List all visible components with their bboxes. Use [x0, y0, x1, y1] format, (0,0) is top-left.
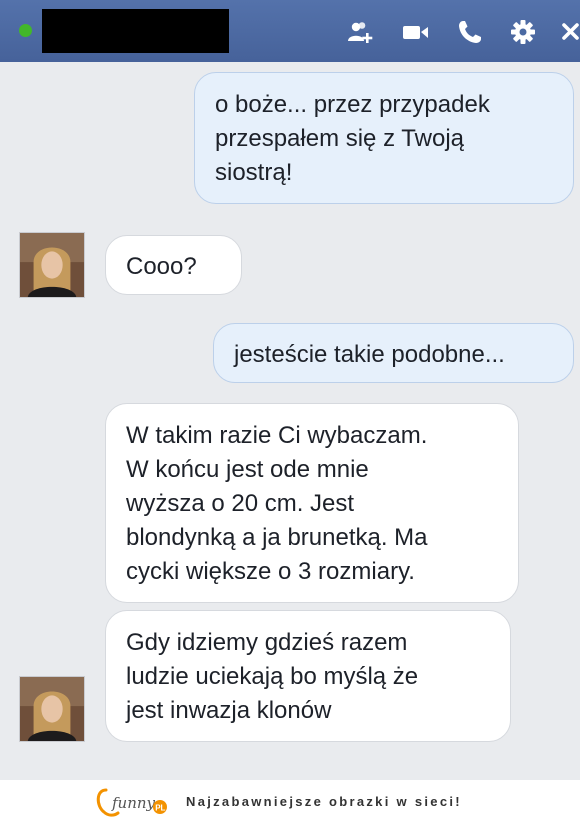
chat-header	[0, 0, 580, 62]
message-bubble-received: W takim razie Ci wybaczam. W końcu jest …	[105, 403, 519, 603]
message-line: jest inwazja klonów	[126, 697, 332, 724]
site-footer: funny PL Najzabawniejsze obrazki w sieci…	[0, 780, 580, 824]
message-line: cycki większe o 3 rozmiary.	[126, 558, 415, 585]
message-line: wyższa o 20 cm. Jest	[126, 490, 355, 517]
funny-logo[interactable]: funny PL	[92, 786, 170, 820]
avatar[interactable]	[19, 232, 85, 298]
message-line: Gdy idziemy gdzieś razem	[126, 629, 408, 656]
message-line: siostrą!	[215, 159, 293, 186]
message-bubble-received: Gdy idziemy gdzieś razem ludzie uciekają…	[105, 610, 511, 742]
message-line: W końcu jest ode mnie	[126, 456, 369, 483]
video-call-icon[interactable]	[400, 17, 430, 47]
message-line: ludzie uciekają bo myślą że	[126, 663, 419, 690]
svg-text:PL: PL	[155, 803, 165, 812]
message-bubble-sent: jesteście takie podobne...	[213, 323, 574, 383]
message-line: jesteście takie podobne...	[234, 341, 505, 368]
gear-icon[interactable]	[508, 17, 538, 47]
close-icon[interactable]	[560, 17, 580, 47]
message-line: blondynką a ja brunetką. Ma	[126, 524, 428, 551]
chat-window: o boże... przez przypadek przespałem się…	[0, 0, 580, 780]
message-bubble-received: Cooo?	[105, 235, 242, 295]
message-line: Cooo?	[126, 253, 197, 280]
footer-tagline: Najzabawniejsze obrazki w sieci!	[186, 794, 462, 809]
message-line: przespałem się z Twoją	[215, 125, 464, 152]
redacted-contact-name	[42, 9, 229, 53]
avatar[interactable]	[19, 676, 85, 742]
svg-text:funny: funny	[111, 794, 156, 812]
message-bubble-sent: o boże... przez przypadek przespałem się…	[194, 72, 574, 204]
online-status-indicator	[19, 24, 32, 37]
message-line: W takim razie Ci wybaczam.	[126, 422, 428, 449]
phone-icon[interactable]	[455, 17, 485, 47]
message-line: o boże... przez przypadek	[215, 91, 490, 118]
add-friend-icon[interactable]	[345, 17, 375, 47]
